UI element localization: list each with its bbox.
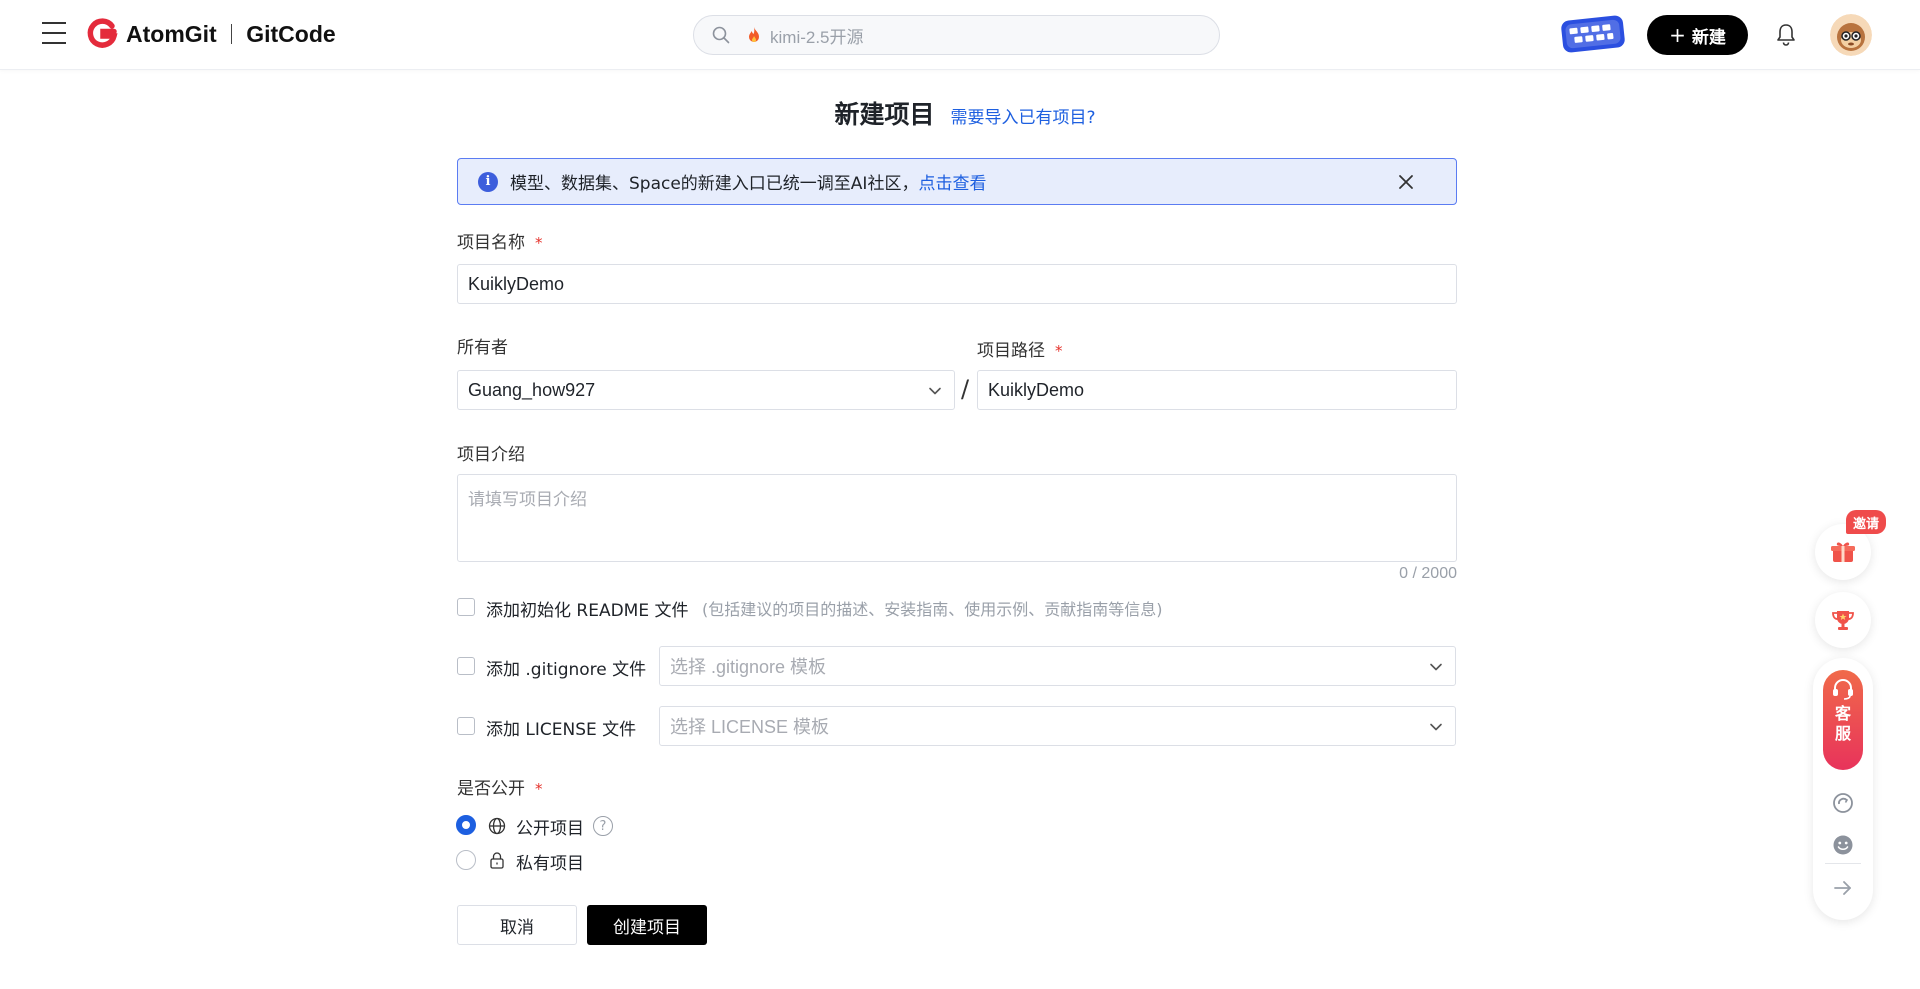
customer-service-button[interactable]: 客服 [1823,670,1863,770]
project-name-input[interactable]: KuiklyDemo [457,264,1457,304]
path-separator: / [961,375,970,403]
owner-value: Guang_how927 [468,379,596,400]
intro-textarea[interactable]: 请填写项目介绍 [457,474,1457,562]
gitignore-label[interactable]: 添加 .gitignore 文件 [486,655,646,680]
readme-label[interactable]: 添加初始化 README 文件 [486,596,689,621]
owner-select[interactable]: Guang_how927 [457,370,955,410]
path-label-text: 项目路径 [977,341,1045,361]
required-mark: * [535,234,543,252]
import-project-link[interactable]: 需要导入已有项目? [950,103,1095,128]
info-icon: i [478,171,498,192]
new-button-label: 新建 [1691,27,1726,48]
visibility-label-text: 是否公开 [457,779,525,799]
search-icon [712,26,730,44]
floating-toolbar: 邀请 客服 [1813,510,1886,920]
alert-message: 模型、数据集、Space的新建入口已统一调至AI社区， [510,174,919,194]
close-icon[interactable] [1396,172,1416,192]
lock-icon [490,852,504,869]
visibility-label: 是否公开 * [457,774,543,799]
info-alert: i 模型、数据集、Space的新建入口已统一调至AI社区， 点击查看 [457,158,1457,205]
private-label[interactable]: 私有项目 [516,849,584,874]
project-name-label: 项目名称 * [457,228,543,253]
invite-tag: 邀请 [1846,510,1886,534]
license-placeholder: 选择 LICENSE 模板 [670,717,830,737]
fire-icon [749,27,759,42]
public-radio[interactable] [456,815,476,835]
avatar-image [1830,14,1872,56]
menu-icon[interactable] [42,22,67,46]
smile-icon[interactable] [1832,834,1854,856]
trophy-icon [1832,611,1854,630]
path-input[interactable]: KuiklyDemo [977,370,1457,410]
license-checkbox[interactable] [457,717,475,735]
page-title: 新建项目 [834,100,935,129]
bell-icon[interactable] [1775,22,1797,46]
chevron-down-icon [929,387,941,395]
panel-divider [1825,863,1861,864]
logo-separator [230,24,233,44]
intro-label: 项目介绍 [457,445,525,465]
license-label[interactable]: 添加 LICENSE 文件 [486,715,636,740]
promo-badge[interactable] [1560,14,1626,54]
path-label: 项目路径 * [977,336,1063,361]
logo-brand-text: AtomGit [126,20,217,47]
chevron-down-icon [1430,723,1442,731]
customer-service-label: 客服 [1834,704,1851,743]
globe-icon [488,817,506,835]
avatar[interactable] [1830,14,1872,56]
intro-counter: 0 / 2000 [1399,565,1457,582]
alert-link[interactable]: 点击查看 [918,169,986,194]
arrow-right-icon[interactable] [1832,877,1854,899]
project-name-value: KuiklyDemo [468,273,565,294]
refresh-icon[interactable] [1832,792,1854,814]
support-panel: 客服 [1813,658,1873,920]
cancel-button[interactable]: 取消 [457,905,577,945]
gitignore-placeholder: 选择 .gitignore 模板 [670,657,827,677]
site-logo[interactable]: AtomGit GitCode [86,16,336,52]
search-placeholder: kimi-2.5开源 [770,27,864,47]
project-name-label-text: 项目名称 [457,233,525,253]
public-label[interactable]: 公开项目 [516,814,584,839]
license-select[interactable]: 选择 LICENSE 模板 [659,706,1456,746]
gitignore-checkbox[interactable] [457,657,475,675]
search-input[interactable]: kimi-2.5开源 [693,15,1220,55]
readme-hint: (包括建议的项目的描述、安装指南、使用示例、贡献指南等信息) [702,600,1163,619]
gift-icon [1831,542,1855,562]
gitignore-select[interactable]: 选择 .gitignore 模板 [659,646,1456,686]
atomgit-logo-icon [87,18,118,48]
chevron-down-icon [1430,663,1442,671]
intro-placeholder: 请填写项目介绍 [468,490,587,510]
required-mark: * [1055,342,1063,360]
readme-checkbox[interactable] [457,598,475,616]
path-value: KuiklyDemo [988,379,1085,400]
headset-icon [1833,679,1853,700]
achievement-button[interactable] [1815,592,1871,648]
owner-label: 所有者 [457,338,508,358]
new-button[interactable]: + 新建 [1647,15,1748,55]
top-header: AtomGit GitCode kimi-2.5开源 + 新建 [0,0,1920,70]
private-radio[interactable] [456,850,476,870]
create-project-button[interactable]: 创建项目 [587,905,707,945]
help-icon[interactable]: ? [593,816,613,836]
required-mark: * [535,780,543,798]
plus-icon: + [1669,23,1686,47]
title-row: 新建项目 需要导入已有项目? [0,95,1920,131]
logo-product-text: GitCode [246,20,336,47]
